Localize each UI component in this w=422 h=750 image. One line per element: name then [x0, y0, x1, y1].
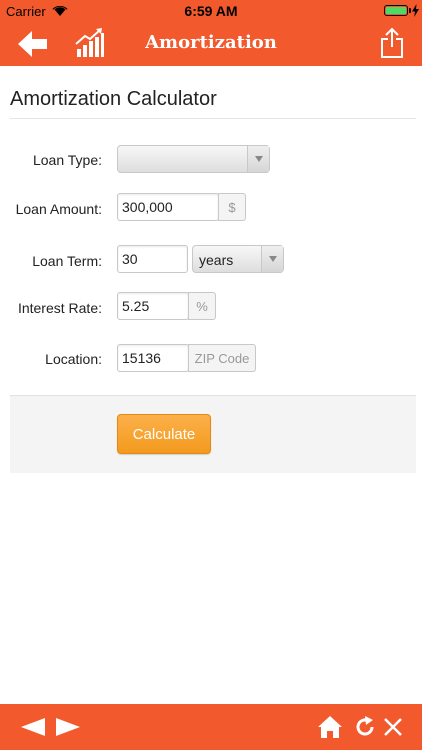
loan-term-unit-select[interactable]: years [192, 245, 284, 273]
status-bar: Carrier 6:59 AM [0, 0, 422, 22]
chevron-down-icon [247, 146, 269, 172]
navigation-bar: Amortization [0, 22, 422, 66]
battery-icon [384, 5, 408, 16]
calculate-button[interactable]: Calculate [117, 414, 211, 454]
zip-code-addon: ZIP Code [188, 344, 256, 372]
interest-rate-label: Interest Rate: [17, 300, 102, 316]
percent-addon: % [188, 292, 216, 320]
loan-term-unit-value: years [199, 252, 234, 268]
loan-type-select[interactable] [117, 145, 270, 173]
refresh-icon[interactable] [353, 715, 377, 739]
home-icon[interactable] [317, 715, 343, 739]
loan-amount-label: Loan Amount: [15, 201, 102, 217]
heading-divider [10, 118, 416, 119]
page-title: Amortization [145, 32, 277, 53]
loan-amount-input[interactable]: 300,000 [117, 193, 219, 221]
clock: 6:59 AM [184, 3, 238, 19]
triangle-right-icon[interactable] [55, 717, 81, 737]
currency-addon: $ [218, 193, 246, 221]
chevron-down-icon [261, 246, 283, 272]
interest-rate-input[interactable]: 5.25 [117, 292, 189, 320]
bottom-toolbar [0, 704, 422, 750]
calculator-heading: Amortization Calculator [10, 88, 217, 110]
share-icon[interactable] [380, 27, 404, 59]
close-icon[interactable] [383, 717, 403, 737]
loan-term-label: Loan Term: [32, 253, 102, 269]
zip-code-input[interactable]: 15136 [117, 344, 189, 372]
battery-tip [409, 8, 411, 13]
charging-bolt-icon [412, 4, 419, 17]
triangle-left-icon[interactable] [20, 717, 46, 737]
loan-type-label: Loan Type: [32, 152, 102, 168]
location-label: Location: [45, 351, 102, 367]
loan-term-input[interactable]: 30 [117, 245, 188, 273]
action-panel: Calculate [10, 395, 416, 473]
